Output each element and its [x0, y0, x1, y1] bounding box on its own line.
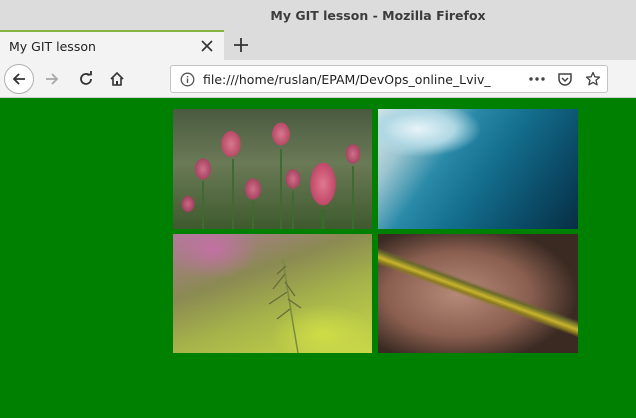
back-button[interactable]	[4, 64, 34, 94]
url-actions	[523, 66, 607, 92]
tulips-image	[173, 109, 372, 229]
forward-button[interactable]	[38, 65, 66, 93]
info-icon[interactable]	[178, 70, 196, 88]
tab-label: My GIT lesson	[9, 38, 96, 54]
bookmark-star-icon[interactable]	[579, 66, 607, 92]
new-tab-button[interactable]	[228, 32, 254, 58]
page-content	[0, 98, 636, 418]
tab-my-git-lesson[interactable]: My GIT lesson	[0, 30, 224, 60]
home-button[interactable]	[103, 65, 131, 93]
close-icon[interactable]	[196, 35, 218, 57]
url-bar[interactable]: file:///home/ruslan/EPAM/DevOps_online_L…	[170, 65, 608, 93]
plus-icon	[234, 38, 248, 52]
grass-stem-image	[173, 234, 372, 353]
tab-bar: My GIT lesson	[0, 30, 636, 60]
home-icon	[110, 71, 124, 86]
reload-icon	[80, 71, 92, 85]
page-actions-icon[interactable]	[523, 66, 551, 92]
reload-button[interactable]	[72, 65, 100, 93]
back-arrow-icon	[12, 73, 25, 85]
window-titlebar: My GIT lesson - Mozilla Firefox	[0, 0, 636, 30]
window-title: My GIT lesson - Mozilla Firefox	[270, 7, 486, 23]
ocean-wave-image	[378, 109, 578, 229]
navigation-toolbar: file:///home/ruslan/EPAM/DevOps_online_L…	[0, 60, 636, 98]
pocket-icon[interactable]	[551, 66, 579, 92]
road-image	[378, 234, 578, 353]
forward-arrow-icon	[46, 73, 59, 85]
url-text[interactable]: file:///home/ruslan/EPAM/DevOps_online_L…	[203, 72, 493, 87]
